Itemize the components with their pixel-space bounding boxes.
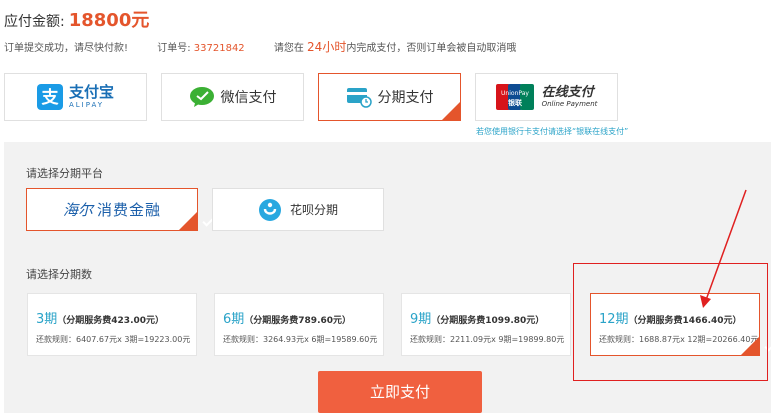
amount-label: 应付金额: xyxy=(4,14,65,30)
amount-row: 应付金额: 18800元 xyxy=(4,6,149,32)
alipay-sub: ALIPAY xyxy=(68,101,105,109)
submitted-message: 订单提交成功，请尽快付款! xyxy=(4,43,129,54)
wechat-icon xyxy=(189,87,214,107)
haier-brand: 海尔 xyxy=(62,201,93,219)
alipay-label: 支付宝 xyxy=(68,83,114,101)
term-count: 9期 xyxy=(410,312,432,327)
term-fee: （分期服务费1099.80元） xyxy=(431,316,545,326)
term-option-12[interactable]: 12期（分期服务费1466.40元） 还款规则：1688.87元x 12期=20… xyxy=(590,293,760,356)
order-number: 33721842 xyxy=(193,43,245,54)
term-fee: （分期服务费789.60元） xyxy=(244,316,352,326)
unionpay-logo-cn: 银联 xyxy=(508,98,523,107)
installment-card-icon xyxy=(346,88,372,108)
term-fee: （分期服务费1466.40元） xyxy=(628,316,742,326)
unionpay-logo-text: UnionPay xyxy=(501,90,529,97)
term-count: 12期 xyxy=(599,312,629,327)
unionpay-logo-icon: UnionPay 银联 xyxy=(495,84,534,110)
term-detail: 还款规则：6407.67元x 3期=19223.00元 xyxy=(36,335,191,344)
installment-label: 分期支付 xyxy=(377,90,434,106)
alipay-icon: 支 xyxy=(36,84,63,110)
order-number-label: 订单号: xyxy=(157,43,191,54)
pay-method-alipay[interactable]: 支 支付宝 ALIPAY xyxy=(4,73,147,121)
term-option-6[interactable]: 6期（分期服务费789.60元） 还款规则：3264.93元x 6期=19589… xyxy=(214,293,384,356)
haier-label: 消费金融 xyxy=(97,201,162,219)
huabei-label: 花呗分期 xyxy=(289,203,338,217)
pay-now-button[interactable]: 立即支付 xyxy=(318,371,482,413)
selected-check-icon xyxy=(179,212,197,230)
pay-method-installment[interactable]: 分期支付 xyxy=(318,73,461,121)
unionpay-label: 在线支付 xyxy=(541,85,594,100)
huabei-icon xyxy=(258,198,281,221)
pay-method-wechat[interactable]: 微信支付 xyxy=(161,73,304,121)
deadline-hours: 24小时 xyxy=(307,40,347,54)
term-count: 6期 xyxy=(223,312,245,327)
unionpay-hint: 若您使用银行卡支付请选择“银联在线支付” xyxy=(476,127,629,136)
term-detail: 还款规则：1688.87元x 12期=20266.40元 xyxy=(599,335,759,344)
order-info: 订单提交成功，请尽快付款! 订单号: 33721842 请您在 24小时内完成支… xyxy=(4,38,516,55)
platform-option-huabei[interactable]: 花呗分期 xyxy=(212,188,384,231)
term-detail: 还款规则：2211.09元x 9期=19899.80元 xyxy=(410,335,565,344)
deadline-post: 内完成支付，否则订单会被自动取消哦 xyxy=(346,43,517,54)
term-option-3[interactable]: 3期（分期服务费423.00元） 还款规则：6407.67元x 3期=19223… xyxy=(27,293,197,356)
deadline-pre: 请您在 xyxy=(273,43,304,54)
term-section-label: 请选择分期数 xyxy=(26,268,92,281)
selected-check-icon xyxy=(741,337,759,355)
amount-value: 18800元 xyxy=(68,10,150,31)
unionpay-sub: Online Payment xyxy=(541,100,598,108)
term-fee: （分期服务费423.00元） xyxy=(57,316,165,326)
selected-check-icon xyxy=(442,102,460,120)
term-option-9[interactable]: 9期（分期服务费1099.80元） 还款规则：2211.09元x 9期=1989… xyxy=(401,293,571,356)
svg-text:支: 支 xyxy=(41,87,59,108)
platform-section-label: 请选择分期平台 xyxy=(26,167,103,180)
wechat-label: 微信支付 xyxy=(220,90,277,106)
term-detail: 还款规则：3264.93元x 6期=19589.60元 xyxy=(223,335,378,344)
term-count: 3期 xyxy=(36,312,58,327)
pay-method-unionpay[interactable]: UnionPay 银联 在线支付 Online Payment xyxy=(475,73,618,121)
platform-option-haier[interactable]: 海尔 消费金融 xyxy=(26,188,198,231)
